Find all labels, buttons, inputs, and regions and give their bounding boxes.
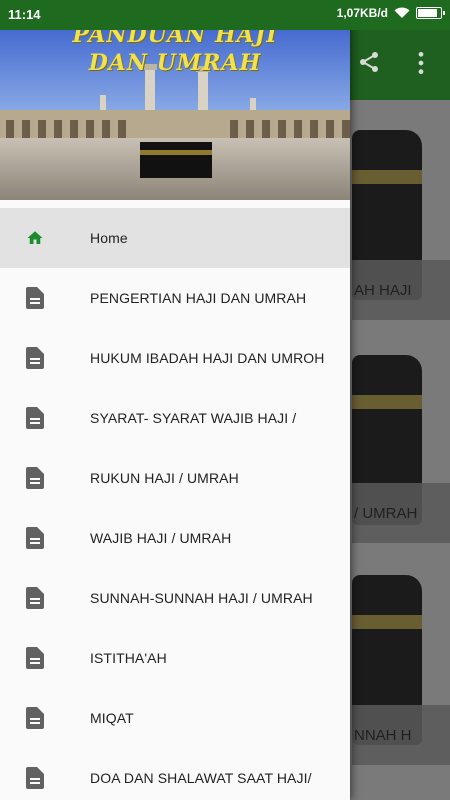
wifi-icon xyxy=(394,7,410,18)
menu-item-doa[interactable]: DOA DAN SHALAWAT SAAT HAJI/ xyxy=(0,748,350,800)
menu-item-home[interactable]: Home xyxy=(0,208,350,268)
status-time: 11:14 xyxy=(8,7,41,22)
menu-item-sunnah[interactable]: SUNNAH-SUNNAH HAJI / UMRAH xyxy=(0,568,350,628)
menu-item-pengertian[interactable]: PENGERTIAN HAJI DAN UMRAH xyxy=(0,268,350,328)
list-item-label: AH HAJI xyxy=(352,260,450,320)
document-icon xyxy=(26,467,44,489)
drawer-menu: Home PENGERTIAN HAJI DAN UMRAH HUKUM IBA… xyxy=(0,208,350,800)
home-icon xyxy=(27,231,43,244)
menu-item-rukun[interactable]: RUKUN HAJI / UMRAH xyxy=(0,448,350,508)
status-bar: 11:14 1,07KB/d xyxy=(0,0,450,30)
list-item[interactable]: / UMRAH xyxy=(352,345,450,545)
menu-item-wajib[interactable]: WAJIB HAJI / UMRAH xyxy=(0,508,350,568)
menu-item-label: WAJIB HAJI / UMRAH xyxy=(90,530,232,546)
menu-item-hukum[interactable]: HUKUM IBADAH HAJI DAN UMROH xyxy=(0,328,350,388)
more-icon[interactable] xyxy=(416,50,426,76)
menu-item-label: Home xyxy=(90,230,128,246)
list-item-label: / UMRAH xyxy=(352,483,450,543)
navigation-drawer: PANDUAN HAJI DAN UMRAH Home PENGERTIAN H… xyxy=(0,0,350,800)
document-icon xyxy=(26,407,44,429)
menu-item-label: ISTITHA'AH xyxy=(90,650,167,666)
menu-item-label: MIQAT xyxy=(90,710,134,726)
drawer-header: PANDUAN HAJI DAN UMRAH xyxy=(0,0,350,200)
menu-item-istithaah[interactable]: ISTITHA'AH xyxy=(0,628,350,688)
menu-item-label: RUKUN HAJI / UMRAH xyxy=(90,470,239,486)
menu-item-syarat[interactable]: SYARAT- SYARAT WAJIB HAJI / xyxy=(0,388,350,448)
document-icon xyxy=(26,287,44,309)
menu-item-label: SUNNAH-SUNNAH HAJI / UMRAH xyxy=(90,590,313,606)
list-item-label: NNAH H xyxy=(352,705,450,765)
menu-item-label: HUKUM IBADAH HAJI DAN UMROH xyxy=(90,350,325,366)
share-icon[interactable] xyxy=(356,50,382,74)
document-icon xyxy=(26,347,44,369)
menu-item-label: DOA DAN SHALAWAT SAAT HAJI/ xyxy=(90,770,312,786)
menu-item-miqat[interactable]: MIQAT xyxy=(0,688,350,748)
document-icon xyxy=(26,707,44,729)
document-icon xyxy=(26,527,44,549)
list-item[interactable]: NNAH H xyxy=(352,565,450,765)
battery-icon xyxy=(416,7,445,19)
network-speed: 1,07KB/d xyxy=(336,6,388,20)
list-item[interactable]: AH HAJI xyxy=(352,120,450,320)
menu-item-label: SYARAT- SYARAT WAJIB HAJI / xyxy=(90,410,297,426)
document-icon xyxy=(26,647,44,669)
document-icon xyxy=(26,587,44,609)
document-icon xyxy=(26,767,44,789)
header-title-line2: DAN UMRAH xyxy=(88,50,262,76)
menu-item-label: PENGERTIAN HAJI DAN UMRAH xyxy=(90,290,307,306)
